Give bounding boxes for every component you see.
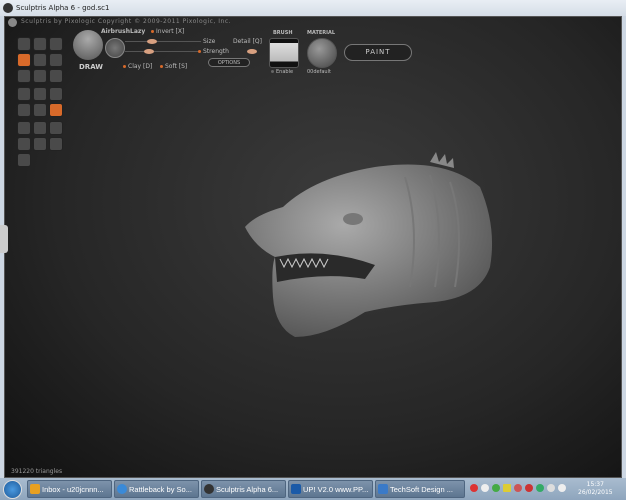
windows-taskbar: Inbox - u20jcnnn... Rattleback by So... … bbox=[0, 478, 626, 500]
tool-cut-button[interactable] bbox=[33, 87, 47, 101]
paint-button[interactable]: PAINT bbox=[344, 44, 412, 61]
tool-rotate-button[interactable] bbox=[33, 37, 47, 51]
draw-tool-icon[interactable] bbox=[73, 30, 103, 60]
tool-save-button[interactable] bbox=[49, 121, 63, 135]
tool-inflate-button[interactable] bbox=[17, 69, 31, 83]
taskbar-item-ie[interactable]: Rattleback by So... bbox=[114, 480, 199, 498]
strength-slider-handle[interactable] bbox=[144, 49, 154, 54]
outlook-icon bbox=[30, 484, 40, 494]
airbrush-label[interactable]: Airbrush bbox=[101, 28, 130, 35]
tool-settings-button[interactable] bbox=[49, 137, 63, 151]
airbrush-toggle-icon[interactable] bbox=[105, 38, 125, 58]
sculptris-viewport[interactable]: Sculptris by Pixologic Copyright © 2009-… bbox=[4, 16, 622, 478]
window-title-bar: Sculptris Alpha 6 - god.sc1 bbox=[0, 0, 626, 16]
tool-pinch-button[interactable] bbox=[49, 37, 63, 51]
tool-grab-button[interactable] bbox=[49, 53, 63, 67]
lazy-label[interactable]: Lazy bbox=[130, 28, 145, 35]
material-name: 00default bbox=[307, 69, 331, 75]
soft-option[interactable]: Soft [S] bbox=[160, 63, 187, 70]
tool-wireframe-button[interactable] bbox=[17, 103, 31, 117]
tray-icon-1[interactable] bbox=[470, 484, 478, 492]
size-label: Size bbox=[203, 38, 216, 45]
taskbar-item-up[interactable]: UP! V2.0 www.PP... bbox=[288, 480, 373, 498]
tool-quit-button[interactable] bbox=[17, 153, 31, 167]
godzilla-head-model bbox=[245, 152, 493, 337]
tool-scale-button[interactable] bbox=[49, 69, 63, 83]
system-tray bbox=[470, 484, 566, 492]
side-panel-handle[interactable] bbox=[0, 225, 8, 253]
brush-label: BRUSH bbox=[273, 30, 293, 36]
tray-icon-4[interactable] bbox=[503, 484, 511, 492]
tool-reduce-button[interactable] bbox=[49, 87, 63, 101]
material-sphere[interactable] bbox=[307, 38, 337, 68]
volume-icon[interactable] bbox=[558, 484, 566, 492]
strength-label: Strength bbox=[198, 48, 229, 55]
network-icon[interactable] bbox=[547, 484, 555, 492]
tray-icon-6[interactable] bbox=[525, 484, 533, 492]
tool-new-button[interactable] bbox=[17, 121, 31, 135]
tool-crease-button[interactable] bbox=[17, 37, 31, 51]
taskbar-clock[interactable]: 15:37 26/02/2015 bbox=[578, 481, 613, 497]
tray-icon-5[interactable] bbox=[514, 484, 522, 492]
tool-flatten-button[interactable] bbox=[33, 53, 47, 67]
detail-slider-handle[interactable] bbox=[247, 49, 257, 54]
material-label: MATERIAL bbox=[307, 30, 336, 36]
brush-enable-toggle[interactable]: Enable bbox=[271, 69, 293, 75]
tray-icon-7[interactable] bbox=[536, 484, 544, 492]
tool-draw-button[interactable] bbox=[17, 53, 31, 67]
internet-explorer-icon bbox=[117, 484, 127, 494]
pixologic-logo-icon bbox=[8, 18, 17, 27]
brush-texture-swatch[interactable] bbox=[269, 38, 299, 68]
size-slider-track[interactable] bbox=[125, 41, 201, 42]
tool-open-button[interactable] bbox=[33, 121, 47, 135]
clay-option[interactable]: Clay [D] bbox=[123, 63, 152, 70]
invert-option[interactable]: Invert [X] bbox=[151, 28, 184, 35]
tray-icon-2[interactable] bbox=[481, 484, 489, 492]
tool-symmetry-button[interactable] bbox=[49, 103, 63, 117]
tray-icon-3[interactable] bbox=[492, 484, 500, 492]
tool-name: DRAW bbox=[79, 63, 104, 71]
techsoft-2d-icon bbox=[378, 484, 388, 494]
tool-import-button[interactable] bbox=[17, 137, 31, 151]
taskbar-item-techsoft[interactable]: TechSoft Design ... bbox=[375, 480, 465, 498]
tool-smooth-button[interactable] bbox=[33, 69, 47, 83]
taskbar-item-outlook[interactable]: Inbox - u20jcnnn... bbox=[27, 480, 112, 498]
sculptris-logo-icon bbox=[3, 3, 13, 13]
start-button[interactable] bbox=[3, 480, 22, 499]
strength-slider-track[interactable] bbox=[125, 51, 201, 52]
up-icon bbox=[291, 484, 301, 494]
size-slider-handle[interactable] bbox=[147, 39, 157, 44]
window-title: Sculptris Alpha 6 - god.sc1 bbox=[16, 4, 110, 12]
detail-label: Detail [Q] bbox=[233, 38, 262, 45]
options-button[interactable]: OPTIONS bbox=[208, 58, 250, 67]
tool-export-button[interactable] bbox=[33, 137, 47, 151]
triangle-count: 391220 triangles bbox=[11, 468, 63, 475]
taskbar-item-sculptris[interactable]: Sculptris Alpha 6... bbox=[201, 480, 286, 498]
tool-mask-button[interactable] bbox=[17, 87, 31, 101]
tool-global-button[interactable] bbox=[33, 103, 47, 117]
copyright-text: Sculptris by Pixologic Copyright © 2009-… bbox=[21, 18, 232, 25]
sculptris-icon bbox=[204, 484, 214, 494]
